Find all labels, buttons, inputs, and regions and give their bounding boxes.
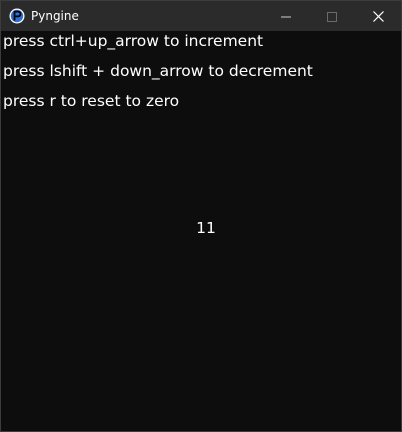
close-icon [372,7,384,26]
title-bar[interactable]: Pyngine [1,1,401,31]
instruction-reset: press r to reset to zero [3,92,180,110]
window-controls [263,1,401,31]
minimize-icon [281,7,291,26]
counter-value: 11 [196,219,216,237]
window-title: Pyngine [31,9,79,23]
close-button[interactable] [355,1,401,31]
pyngine-p-icon [9,8,25,24]
maximize-button[interactable] [309,1,355,31]
app-window: Pyngine press ctrl+up_arrow to increment… [0,0,402,432]
instruction-decrement: press lshift + down_arrow to decrement [3,62,313,80]
minimize-button[interactable] [263,1,309,31]
instruction-increment: press ctrl+up_arrow to increment [3,32,264,50]
game-canvas[interactable]: press ctrl+up_arrow to increment press l… [1,31,401,431]
maximize-icon [327,7,337,26]
